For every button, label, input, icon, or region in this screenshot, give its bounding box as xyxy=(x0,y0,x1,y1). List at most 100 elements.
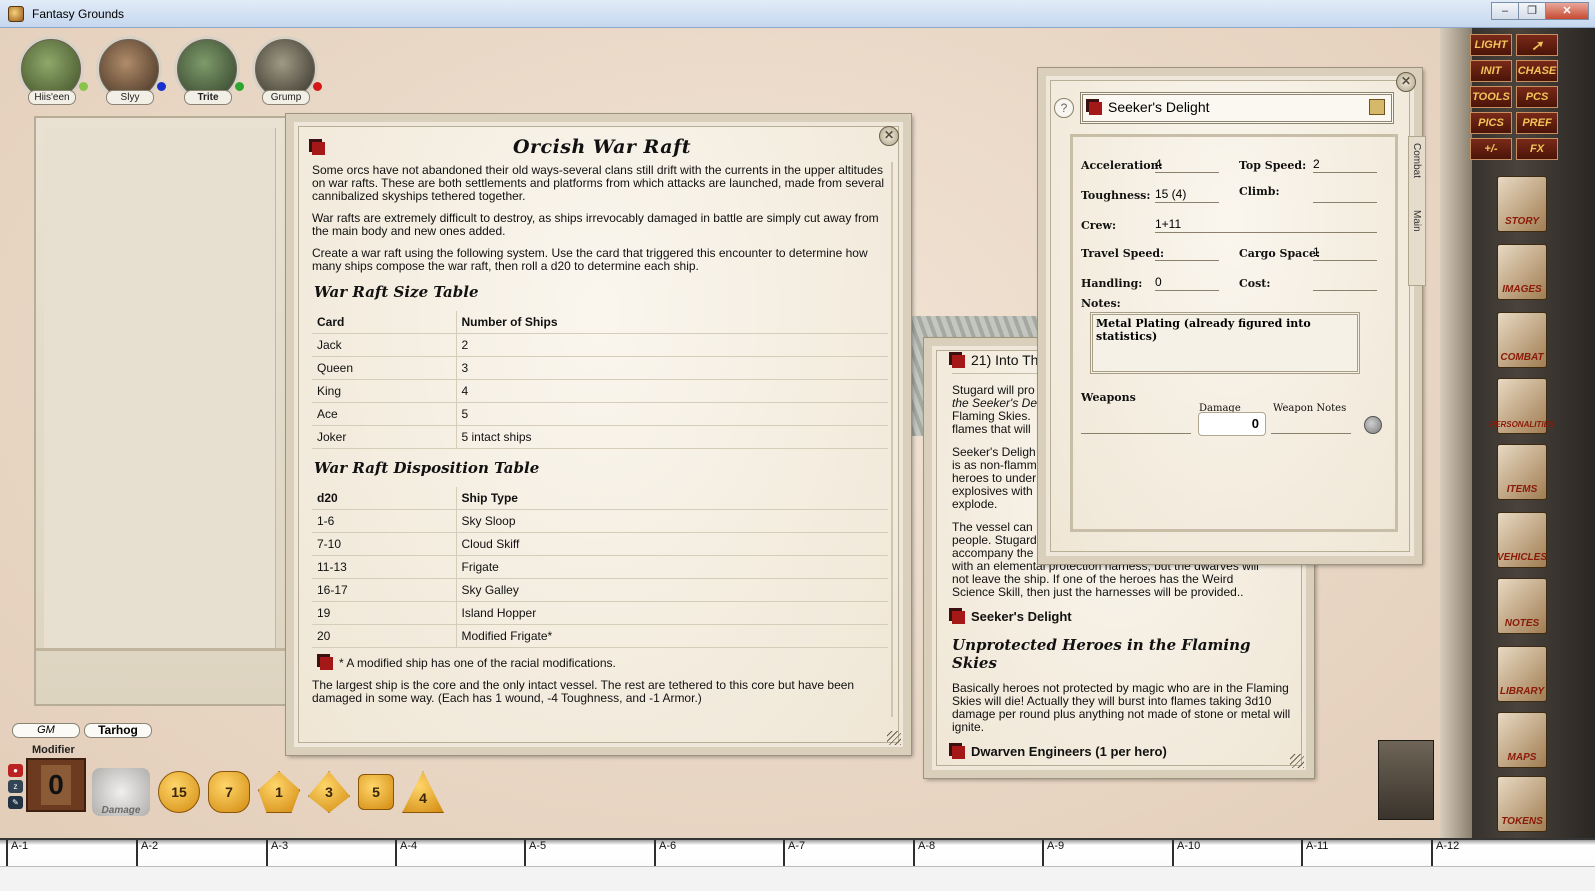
modifier-label: Modifier xyxy=(32,744,75,756)
cargo-space-field[interactable]: 1 xyxy=(1313,245,1377,261)
link-icon[interactable] xyxy=(952,746,965,760)
library-book-combat[interactable]: COMBAT xyxy=(1497,312,1547,368)
library-book-library[interactable]: LIBRARY xyxy=(1497,646,1547,702)
portrait-trite[interactable]: Trite xyxy=(174,36,244,106)
library-book-maps[interactable]: MAPS xyxy=(1497,712,1547,768)
chat-panel[interactable] xyxy=(34,116,288,706)
sidebar-button-init[interactable]: INIT xyxy=(1470,60,1512,82)
library-book-personalities[interactable]: PERSONALITIES xyxy=(1490,378,1554,434)
handling-field[interactable]: 0 xyxy=(1155,275,1219,291)
sleep-icon[interactable]: z xyxy=(8,780,23,793)
vehicle-name-field[interactable]: Seeker's Delight xyxy=(1080,92,1394,124)
notes-field[interactable]: Metal Plating (already figured into stat… xyxy=(1090,312,1360,374)
sidebar-button-tools[interactable]: TOOLS xyxy=(1470,86,1512,108)
seekers-delight-link[interactable]: Seeker's Delight xyxy=(952,609,1297,625)
d6-icon[interactable]: 5 xyxy=(358,774,394,810)
footnote: * A modified ship has one of the racial … xyxy=(320,657,892,671)
table-cell: 5 intact ships xyxy=(456,425,888,449)
crew-field[interactable]: 1+11 xyxy=(1155,217,1377,233)
paragraph: The largest ship is the core and the onl… xyxy=(312,678,855,706)
table-row: 20 Modified Frigate* xyxy=(312,624,888,648)
reference-window-orcish-war-raft[interactable]: ✕ Orcish War Raft Some orcs have not aba… xyxy=(285,113,912,756)
link-icon[interactable] xyxy=(320,657,333,671)
table-cell: 4 xyxy=(456,379,888,403)
d20-icon[interactable]: 15 xyxy=(158,771,200,813)
pointer-arrow-icon[interactable]: ➚ xyxy=(1516,34,1558,56)
table-cell: 19 xyxy=(312,601,457,625)
maximize-button[interactable]: ❐ xyxy=(1518,2,1546,20)
app-title: Fantasy Grounds xyxy=(32,6,125,21)
sidebar-button-fx[interactable]: FX xyxy=(1516,138,1558,160)
resize-grip-icon[interactable] xyxy=(887,731,901,745)
library-book-vehicles[interactable]: VEHICLES xyxy=(1497,512,1547,568)
dwarven-engineers-link[interactable]: Dwarven Engineers (1 per hero) xyxy=(952,744,1297,760)
modifier-icons: ● z ✎ xyxy=(8,764,24,812)
d8-icon[interactable]: 3 xyxy=(308,771,350,813)
acceleration-label: Acceleration: xyxy=(1081,159,1163,172)
toughness-field[interactable]: 15 (4) xyxy=(1155,187,1219,203)
portrait-hiiseen[interactable]: Hiis'een xyxy=(18,36,88,106)
table-cell: Island Hopper xyxy=(456,601,888,625)
weapon-notes-column-label: Weapon Notes xyxy=(1273,403,1347,414)
sidebar-button-light[interactable]: LIGHT xyxy=(1470,34,1512,56)
sidebar-button-chase[interactable]: CHASE xyxy=(1516,60,1558,82)
vehicle-window-seekers-delight[interactable]: ✕ ? Seeker's Delight Acceleration: 4 Top… xyxy=(1037,67,1426,565)
cost-field[interactable] xyxy=(1313,275,1377,291)
link-icon[interactable] xyxy=(952,354,965,368)
portrait-grump[interactable]: Grump xyxy=(252,36,322,106)
gm-identity-tab[interactable]: GM xyxy=(12,723,80,738)
sidebar-button-modifier[interactable]: +/- xyxy=(1470,138,1512,160)
table-cell: 7-10 xyxy=(312,532,457,556)
party-portraits: Hiis'een Slyy Trite Grump xyxy=(18,36,330,106)
library-book-images[interactable]: IMAGES xyxy=(1497,244,1547,300)
chat-icon[interactable]: ✎ xyxy=(8,796,23,809)
notes-label: Notes: xyxy=(1081,297,1121,310)
library-book-items[interactable]: ITEMS xyxy=(1497,444,1547,500)
tab-combat[interactable]: Combat xyxy=(1409,137,1424,184)
app-icon xyxy=(8,5,24,22)
library-book-tokens[interactable]: TOKENS xyxy=(1497,776,1547,832)
link-icon[interactable] xyxy=(312,142,325,155)
top-speed-label: Top Speed: xyxy=(1239,159,1307,172)
link-icon[interactable] xyxy=(1089,101,1102,115)
table-header: Ship Type xyxy=(456,487,888,510)
top-speed-field[interactable]: 2 xyxy=(1313,157,1377,173)
close-button[interactable]: ✕ xyxy=(1545,2,1589,20)
table-cell: Jack xyxy=(312,333,457,357)
size-table: Card Number of Ships Jack 2 Queen 3 King 4 A… xyxy=(312,311,888,449)
portrait-slyy[interactable]: Slyy xyxy=(96,36,166,106)
close-icon[interactable]: ✕ xyxy=(1396,72,1416,92)
modifier-box[interactable]: 0 xyxy=(26,758,86,812)
damage-field[interactable]: 0 xyxy=(1198,412,1266,436)
link-label: Seeker's Delight xyxy=(971,609,1072,624)
travel-speed-field[interactable] xyxy=(1155,245,1219,261)
blood-icon[interactable]: ● xyxy=(8,764,23,777)
link-icon[interactable] xyxy=(952,611,965,625)
minimize-button[interactable]: – xyxy=(1491,2,1519,20)
token-icon[interactable] xyxy=(1369,99,1385,115)
help-icon[interactable]: ? xyxy=(1054,98,1074,118)
sidebar-button-pics[interactable]: PICS xyxy=(1470,112,1512,134)
window-controls: – ❐ ✕ xyxy=(1491,2,1589,20)
weapon-toggle[interactable] xyxy=(1364,416,1382,434)
d10-icon[interactable]: 1 xyxy=(258,771,300,813)
acceleration-field[interactable]: 4 xyxy=(1155,157,1219,173)
damage-die-icon[interactable]: Damage xyxy=(92,768,150,816)
weapon-notes-field[interactable] xyxy=(1271,433,1351,434)
tab-main[interactable]: Main xyxy=(1409,204,1424,238)
weapon-name-field[interactable] xyxy=(1081,433,1191,434)
cost-label: Cost: xyxy=(1239,277,1271,290)
paragraph: War rafts are extremely difficult to des… xyxy=(312,211,879,238)
d4-icon[interactable]: 4 xyxy=(402,771,444,813)
climb-field[interactable] xyxy=(1313,187,1377,203)
library-book-notes[interactable]: NOTES xyxy=(1497,578,1547,634)
dice-tower-icon[interactable] xyxy=(1378,740,1434,820)
library-book-story[interactable]: STORY xyxy=(1497,176,1547,232)
d12-icon[interactable]: 7 xyxy=(208,771,250,813)
user-identity-tab[interactable]: Tarhog xyxy=(84,723,152,738)
sidebar-button-pcs[interactable]: PCS xyxy=(1516,86,1558,108)
chat-log[interactable] xyxy=(44,128,276,648)
sidebar-button-pref[interactable]: PREF xyxy=(1516,112,1558,134)
table-header: Number of Ships xyxy=(456,311,888,334)
table-row: 19 Island Hopper xyxy=(312,601,888,625)
